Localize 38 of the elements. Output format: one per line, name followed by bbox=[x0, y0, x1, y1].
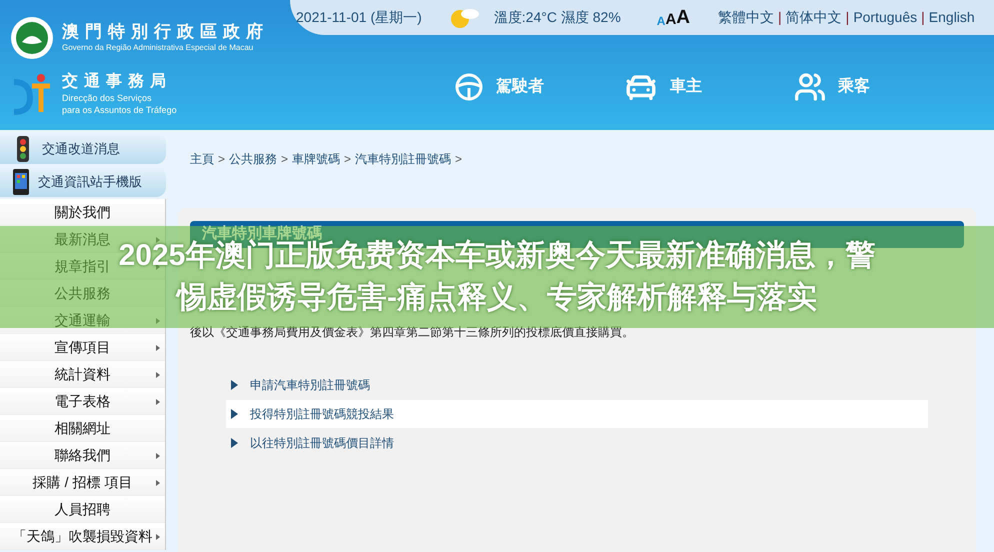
content-link[interactable]: 申請汽車特別註冊號碼 bbox=[226, 371, 928, 399]
breadcrumb-separator: > bbox=[455, 151, 462, 168]
triangle-bullet-icon bbox=[231, 380, 238, 390]
emblem-logo-icon bbox=[10, 16, 54, 60]
overlay-headline: 惕虚假诱导危害-痛点释义、专家解析解释与落实 bbox=[177, 280, 817, 316]
government-name: 澳門特別行政區政府 bbox=[62, 22, 269, 42]
steering-wheel-icon bbox=[454, 72, 484, 102]
breadcrumb-separator: > bbox=[344, 151, 352, 168]
phone-icon bbox=[12, 168, 30, 196]
language-link[interactable]: English bbox=[928, 7, 975, 28]
triangle-bullet-icon bbox=[231, 409, 238, 419]
department-name: 交通事務局 bbox=[62, 72, 173, 92]
content-paragraph: 後以《交通事務局費用及價金表》第四章第二節第十三條所列的投標底價直接購買。 bbox=[190, 324, 635, 341]
weather-text: 溫度:24°C 濕度 82% bbox=[494, 8, 621, 27]
department-name-portuguese: para os Assuntos de Tráfego bbox=[62, 104, 177, 116]
triangle-bullet-icon bbox=[231, 438, 238, 448]
language-link[interactable]: 繁體中文 bbox=[718, 7, 774, 28]
breadcrumb-separator: > bbox=[218, 151, 226, 168]
breadcrumb-link[interactable]: 車牌號碼 bbox=[292, 150, 340, 168]
sidebar-banner-button[interactable]: 交通改道消息 bbox=[0, 133, 166, 164]
breadcrumb-link[interactable]: 汽車特別註冊號碼 bbox=[355, 150, 452, 168]
breadcrumb-link[interactable]: 公共服務 bbox=[229, 150, 278, 168]
government-name-portuguese: Governo da Região Administrativa Especial de Macau bbox=[62, 42, 254, 54]
date-text: 2021-11-01 (星期一) bbox=[296, 8, 422, 27]
language-link[interactable]: Português bbox=[853, 7, 918, 28]
breadcrumb-separator: > bbox=[281, 151, 288, 168]
content-link[interactable]: 投得特別註冊號碼競投結果 bbox=[226, 400, 928, 428]
separator-text: | bbox=[846, 8, 850, 27]
department-name-portuguese: Direcção dos Serviços bbox=[62, 92, 153, 104]
breadcrumb-link[interactable]: 主頁 bbox=[190, 150, 214, 168]
passengers-icon bbox=[794, 71, 826, 103]
separator-text: | bbox=[778, 8, 782, 27]
sidebar-banner-button[interactable]: 交通資訊站手機版 bbox=[0, 166, 166, 197]
separator-text: | bbox=[921, 8, 925, 27]
language-link[interactable]: 简体中文 bbox=[786, 7, 842, 28]
content-link[interactable]: 以往特別註冊號碼價目詳情 bbox=[226, 429, 928, 457]
font-size-button[interactable]: A bbox=[665, 12, 676, 27]
font-size-button[interactable]: A bbox=[676, 8, 690, 27]
